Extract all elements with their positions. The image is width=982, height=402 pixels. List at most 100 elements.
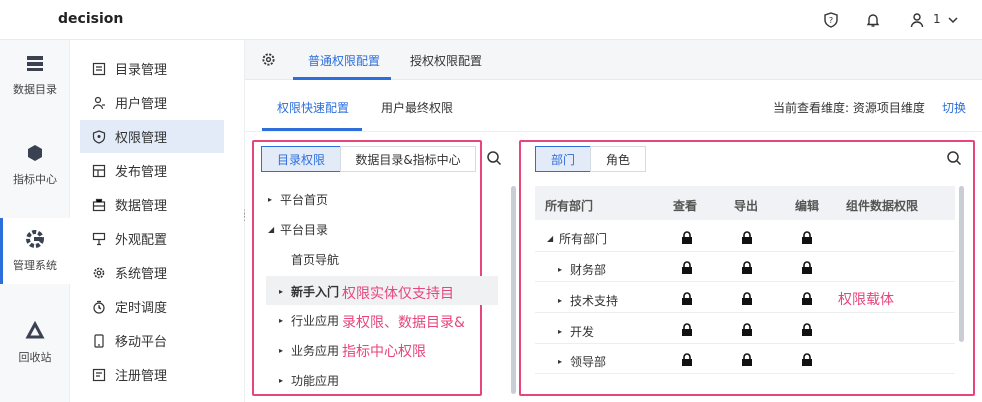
help-shield-icon[interactable]: ? bbox=[821, 10, 841, 30]
seg-role[interactable]: 角色 bbox=[590, 146, 646, 172]
timer-icon bbox=[93, 300, 105, 314]
col-all-departments: 所有部门 bbox=[545, 199, 594, 213]
menu-label: 用户管理 bbox=[115, 97, 168, 112]
tree-label: 业务应用 bbox=[291, 343, 340, 358]
register-icon bbox=[92, 368, 106, 381]
tree-label: 行业应用 bbox=[291, 313, 340, 328]
left-scrollbar[interactable] bbox=[511, 186, 516, 394]
lock-icon[interactable] bbox=[681, 261, 693, 275]
row-name[interactable]: ▸ 开发 bbox=[558, 323, 594, 340]
lock-icon[interactable] bbox=[801, 231, 813, 245]
lock-icon[interactable] bbox=[741, 353, 753, 367]
lock-icon[interactable] bbox=[681, 231, 693, 245]
subtab-quick-config[interactable]: 权限快速配置 bbox=[277, 99, 349, 116]
menu-item-permission[interactable]: 权限管理 bbox=[80, 120, 224, 153]
expand-arrow-icon[interactable]: ▸ bbox=[268, 195, 280, 204]
lock-icon[interactable] bbox=[801, 353, 813, 367]
lock-icon[interactable] bbox=[801, 323, 813, 337]
menu-label: 注册管理 bbox=[115, 369, 168, 384]
menu-label: 外观配置 bbox=[115, 233, 168, 248]
tree-label: 平台目录 bbox=[280, 222, 329, 237]
gear-icon bbox=[93, 267, 105, 278]
bell-icon[interactable] bbox=[863, 10, 883, 30]
row-name[interactable]: ◢ 所有部门 bbox=[547, 230, 607, 247]
annotation-carrier: 权限载体 bbox=[838, 292, 894, 308]
tree-item[interactable]: ▸ 功能应用 bbox=[279, 365, 339, 395]
row-name[interactable]: ▸ 技术支持 bbox=[558, 292, 618, 309]
expand-arrow-icon[interactable]: ▸ bbox=[279, 287, 291, 296]
tab-bar: 普通权限配置 授权权限配置 bbox=[245, 40, 982, 80]
expand-arrow-icon[interactable]: ▸ bbox=[279, 376, 291, 385]
col-component-data: 组件数据权限 bbox=[846, 199, 919, 213]
seg-data-indicator[interactable]: 数据目录&指标中心 bbox=[340, 146, 476, 172]
user-icon bbox=[92, 96, 105, 109]
tab-grant-permission[interactable]: 授权权限配置 bbox=[410, 52, 482, 69]
rail-label: 数据目录 bbox=[13, 83, 57, 96]
svg-text:?: ? bbox=[829, 16, 833, 25]
row-name[interactable]: ▸ 领导部 bbox=[558, 353, 606, 370]
data-catalog-icon bbox=[27, 56, 43, 71]
tree-item[interactable]: 首页导航 bbox=[279, 244, 339, 274]
right-scrollbar[interactable] bbox=[959, 186, 964, 342]
row-name[interactable]: ▸ 财务部 bbox=[558, 261, 606, 278]
collapse-arrow-icon[interactable]: ◢ bbox=[268, 225, 280, 234]
tree-item[interactable]: ▸ 平台首页 bbox=[268, 184, 328, 214]
expand-arrow-icon[interactable]: ▸ bbox=[279, 316, 291, 325]
top-bar: decision ? 1 bbox=[0, 0, 982, 40]
data-icon bbox=[92, 198, 106, 211]
management-system-icon bbox=[26, 230, 44, 248]
lock-icon[interactable] bbox=[801, 292, 813, 306]
tree-item[interactable]: ▸ 行业应用 bbox=[279, 305, 339, 335]
lock-icon[interactable] bbox=[741, 292, 753, 306]
chevron-down-icon[interactable] bbox=[943, 10, 963, 30]
lock-icon[interactable] bbox=[681, 292, 693, 306]
menu-label: 目录管理 bbox=[115, 63, 168, 78]
lock-icon[interactable] bbox=[681, 323, 693, 337]
lock-icon[interactable] bbox=[741, 323, 753, 337]
rail-item-management-system[interactable]: 管理系统 bbox=[0, 218, 70, 284]
tree-label: 新手入门 bbox=[291, 284, 340, 299]
menu-label: 移动平台 bbox=[115, 335, 168, 350]
user-icon[interactable] bbox=[907, 10, 927, 30]
publish-icon bbox=[92, 164, 106, 177]
rail-item-indicator-center[interactable]: 指标中心 bbox=[0, 132, 70, 198]
col-view: 查看 bbox=[673, 199, 698, 213]
permission-icon bbox=[92, 129, 106, 144]
rail-label: 指标中心 bbox=[13, 173, 57, 186]
annotation-line: 权限实体仅支持目 bbox=[342, 286, 454, 302]
switch-link[interactable]: 切换 bbox=[942, 99, 966, 116]
tab-underline bbox=[293, 77, 391, 80]
col-edit: 编辑 bbox=[795, 199, 820, 213]
menu-label: 权限管理 bbox=[115, 131, 168, 146]
recycle-bin-icon bbox=[25, 321, 45, 339]
lock-icon[interactable] bbox=[801, 261, 813, 275]
menu-label: 定时调度 bbox=[115, 301, 168, 316]
rail-item-recycle-bin[interactable]: 回收站 bbox=[0, 310, 70, 376]
annotation-line: 指标中心权限 bbox=[342, 344, 426, 360]
seg-department[interactable]: 部门 bbox=[535, 146, 591, 172]
search-icon[interactable] bbox=[946, 150, 962, 169]
mobile-icon bbox=[94, 333, 104, 348]
tree-label: 平台首页 bbox=[280, 192, 329, 207]
tree-label: 功能应用 bbox=[291, 373, 340, 388]
tree-item[interactable]: ▸ 业务应用 bbox=[279, 335, 339, 365]
menu-label: 系统管理 bbox=[115, 267, 168, 282]
catalog-icon bbox=[92, 62, 106, 75]
tree-item[interactable]: ▸ 新手入门 bbox=[279, 276, 339, 306]
search-icon[interactable] bbox=[486, 150, 502, 169]
tab-normal-permission[interactable]: 普通权限配置 bbox=[308, 52, 380, 69]
lock-icon[interactable] bbox=[681, 353, 693, 367]
divider bbox=[245, 131, 982, 132]
app-title: decision bbox=[58, 11, 124, 27]
rail-item-data-catalog[interactable]: 数据目录 bbox=[0, 42, 70, 108]
settings-gear-icon[interactable] bbox=[261, 52, 276, 70]
lock-icon[interactable] bbox=[741, 261, 753, 275]
seg-catalog-permission[interactable]: 目录权限 bbox=[261, 146, 341, 172]
tree-item[interactable]: ◢ 平台目录 bbox=[268, 214, 328, 244]
dimension-label: 当前查看维度: 资源项目维度 bbox=[773, 101, 925, 115]
user-name[interactable]: 1 bbox=[933, 12, 941, 26]
lock-icon[interactable] bbox=[741, 231, 753, 245]
subtab-final-permission[interactable]: 用户最终权限 bbox=[381, 99, 453, 116]
rail-label: 管理系统 bbox=[13, 259, 57, 272]
expand-arrow-icon[interactable]: ▸ bbox=[279, 346, 291, 355]
